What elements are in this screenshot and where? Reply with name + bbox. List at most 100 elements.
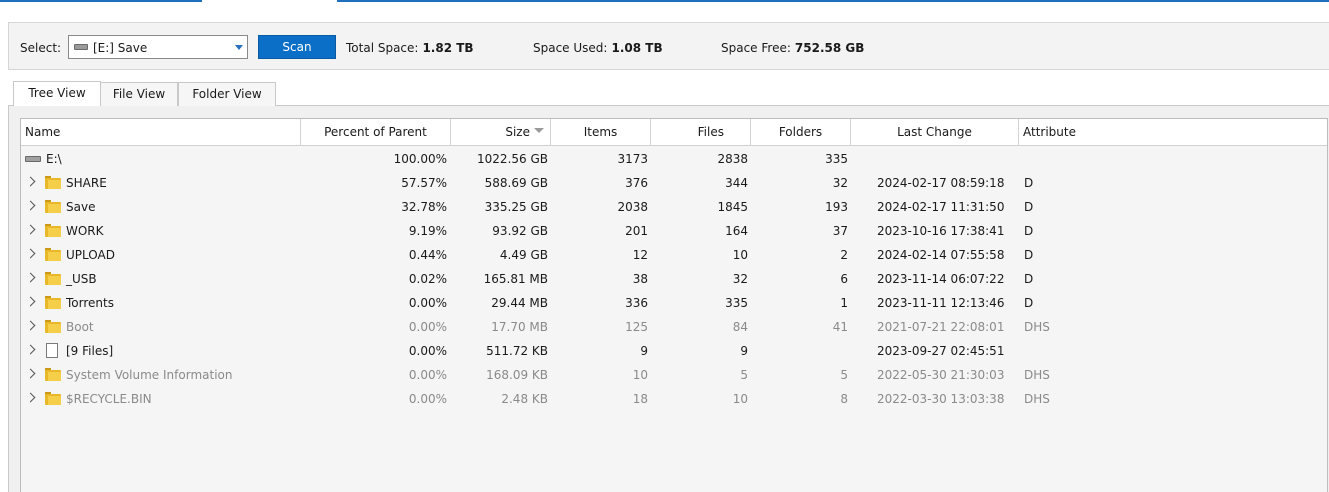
row-files: 10: [732, 392, 748, 406]
row-items: 125: [625, 320, 648, 334]
tab-tree-view[interactable]: Tree View: [13, 81, 101, 106]
column-header-items[interactable]: Items: [551, 119, 651, 146]
folder-icon: [45, 176, 61, 189]
drive-icon: [74, 44, 88, 50]
tree-row[interactable]: System Volume Information 0.00% 168.09 KB 1…: [21, 363, 1327, 387]
space-used-value: 1.08 TB: [611, 41, 663, 55]
tree-row[interactable]: _USB 0.02% 165.81 MB 38 32 6 2023-11-14 06:07:…: [21, 267, 1327, 291]
row-attribute: D: [1024, 200, 1034, 214]
chevron-right-icon[interactable]: [25, 200, 36, 211]
folder-icon: [45, 248, 61, 261]
tree-grid[interactable]: Name Percent of Parent Size Items Files …: [20, 118, 1328, 492]
row-percent: 100.00%: [393, 152, 447, 166]
row-items: 12: [632, 248, 648, 262]
folder-icon: [45, 272, 61, 285]
chevron-right-icon[interactable]: [25, 272, 36, 283]
row-attribute: DHS: [1024, 320, 1050, 334]
row-name: Save: [66, 200, 96, 214]
column-header-name[interactable]: Name: [21, 119, 301, 146]
row-items: 10: [632, 368, 648, 382]
chevron-right-icon[interactable]: [25, 248, 36, 259]
chevron-right-icon[interactable]: [25, 320, 36, 331]
chevron-right-icon[interactable]: [25, 296, 36, 307]
tree-row[interactable]: SHARE 57.57% 588.69 GB 376 344 32 2024-02-17 0…: [21, 171, 1327, 195]
row-size: 335.25 GB: [484, 200, 548, 214]
row-files: 164: [725, 224, 748, 238]
folder-icon: [45, 296, 61, 309]
row-last-change: 2024-02-17 11:31:50: [877, 200, 1005, 214]
row-last-change: 2023-10-16 17:38:41: [877, 224, 1005, 238]
column-header-percent[interactable]: Percent of Parent: [301, 119, 451, 146]
row-last-change: 2023-11-11 12:13:46: [877, 296, 1005, 310]
tree-row[interactable]: Save 32.78% 335.25 GB 2038 1845 193 2024-02-17…: [21, 195, 1327, 219]
column-header-files[interactable]: Files: [651, 119, 751, 146]
scan-button[interactable]: Scan: [258, 35, 336, 59]
row-last-change: 2021-07-21 22:08:01: [877, 320, 1005, 334]
row-name: WORK: [66, 224, 104, 238]
row-name: System Volume Information: [66, 368, 233, 382]
row-percent: 0.02%: [408, 272, 447, 286]
row-attribute: [1024, 147, 1124, 171]
row-last-change: 2022-05-30 21:30:03: [877, 368, 1005, 382]
tree-row[interactable]: WORK 9.19% 93.92 GB 201 164 37 2023-10-16 17:3…: [21, 219, 1327, 243]
tree-row[interactable]: E:\ 100.00% 1022.56 GB 3173 2838 335: [21, 147, 1327, 171]
row-attribute: DHS: [1024, 392, 1050, 406]
row-attribute: D: [1024, 224, 1034, 238]
tree-row[interactable]: Torrents 0.00% 29.44 MB 336 335 1 2023-11-11 1…: [21, 291, 1327, 315]
row-percent: 0.00%: [408, 320, 447, 334]
drive-toolbar: Select: [E:] Save Scan Total Space: 1.82 …: [8, 22, 1329, 70]
row-files: 335: [725, 296, 748, 310]
row-items: 336: [625, 296, 648, 310]
row-attribute: DHS: [1024, 368, 1050, 382]
drive-select-value: [E:] Save: [93, 41, 148, 55]
tree-row[interactable]: UPLOAD 0.44% 4.49 GB 12 10 2 2024-02-14 07:55:…: [21, 243, 1327, 267]
row-files: 344: [725, 176, 748, 190]
grid-header: Name Percent of Parent Size Items Files …: [21, 119, 1327, 146]
row-percent: 0.00%: [408, 392, 447, 406]
chevron-right-icon[interactable]: [25, 344, 36, 355]
chevron-right-icon[interactable]: [25, 176, 36, 187]
row-files: 32: [732, 272, 748, 286]
space-free-label: Space Free:: [721, 41, 791, 55]
folder-icon: [45, 320, 61, 333]
row-folders: 2: [840, 248, 848, 262]
row-folders: 335: [825, 152, 848, 166]
column-header-size[interactable]: Size: [451, 119, 551, 146]
chevron-right-icon[interactable]: [25, 392, 36, 403]
tab-folder-view[interactable]: Folder View: [178, 82, 276, 106]
row-items: 376: [625, 176, 648, 190]
total-space: Total Space: 1.82 TB: [346, 41, 474, 55]
column-header-attribute[interactable]: Attribute: [1019, 119, 1327, 146]
row-files: 84: [732, 320, 748, 334]
row-folders: 8: [840, 392, 848, 406]
row-name: Torrents: [66, 296, 114, 310]
column-header-size-label: Size: [505, 125, 530, 139]
tree-row[interactable]: $RECYCLE.BIN 0.00% 2.48 KB 18 10 8 2022-03-30 …: [21, 387, 1327, 411]
chevron-down-icon[interactable]: [231, 36, 247, 58]
row-folders: 41: [832, 320, 848, 334]
tree-row[interactable]: [9 Files] 0.00% 511.72 KB 9 9 2023-09-27 02:4…: [21, 339, 1327, 363]
drive-select[interactable]: [E:] Save: [68, 35, 248, 59]
row-name: UPLOAD: [66, 248, 115, 262]
row-percent: 0.44%: [408, 248, 447, 262]
column-header-last-change[interactable]: Last Change: [851, 119, 1019, 146]
row-folders: 32: [832, 176, 848, 190]
row-files: 2838: [717, 152, 748, 166]
row-name: Boot: [66, 320, 94, 334]
row-size: 511.72 KB: [486, 344, 548, 358]
row-last-change: 2024-02-17 08:59:18: [877, 176, 1005, 190]
chevron-right-icon[interactable]: [25, 368, 36, 379]
tree-row[interactable]: Boot 0.00% 17.70 MB 125 84 41 2021-07-21 22:08…: [21, 315, 1327, 339]
row-attribute: D: [1024, 272, 1034, 286]
row-files: 9: [740, 344, 748, 358]
row-folders: [751, 339, 848, 363]
row-items: 9: [640, 344, 648, 358]
tab-file-view[interactable]: File View: [100, 82, 178, 106]
row-folders: 6: [840, 272, 848, 286]
chevron-right-icon[interactable]: [25, 224, 36, 235]
folder-icon: [45, 392, 61, 405]
row-files: 1845: [717, 200, 748, 214]
row-name: E:\: [46, 152, 62, 166]
column-header-folders[interactable]: Folders: [751, 119, 851, 146]
space-free-value: 752.58 GB: [794, 41, 865, 55]
